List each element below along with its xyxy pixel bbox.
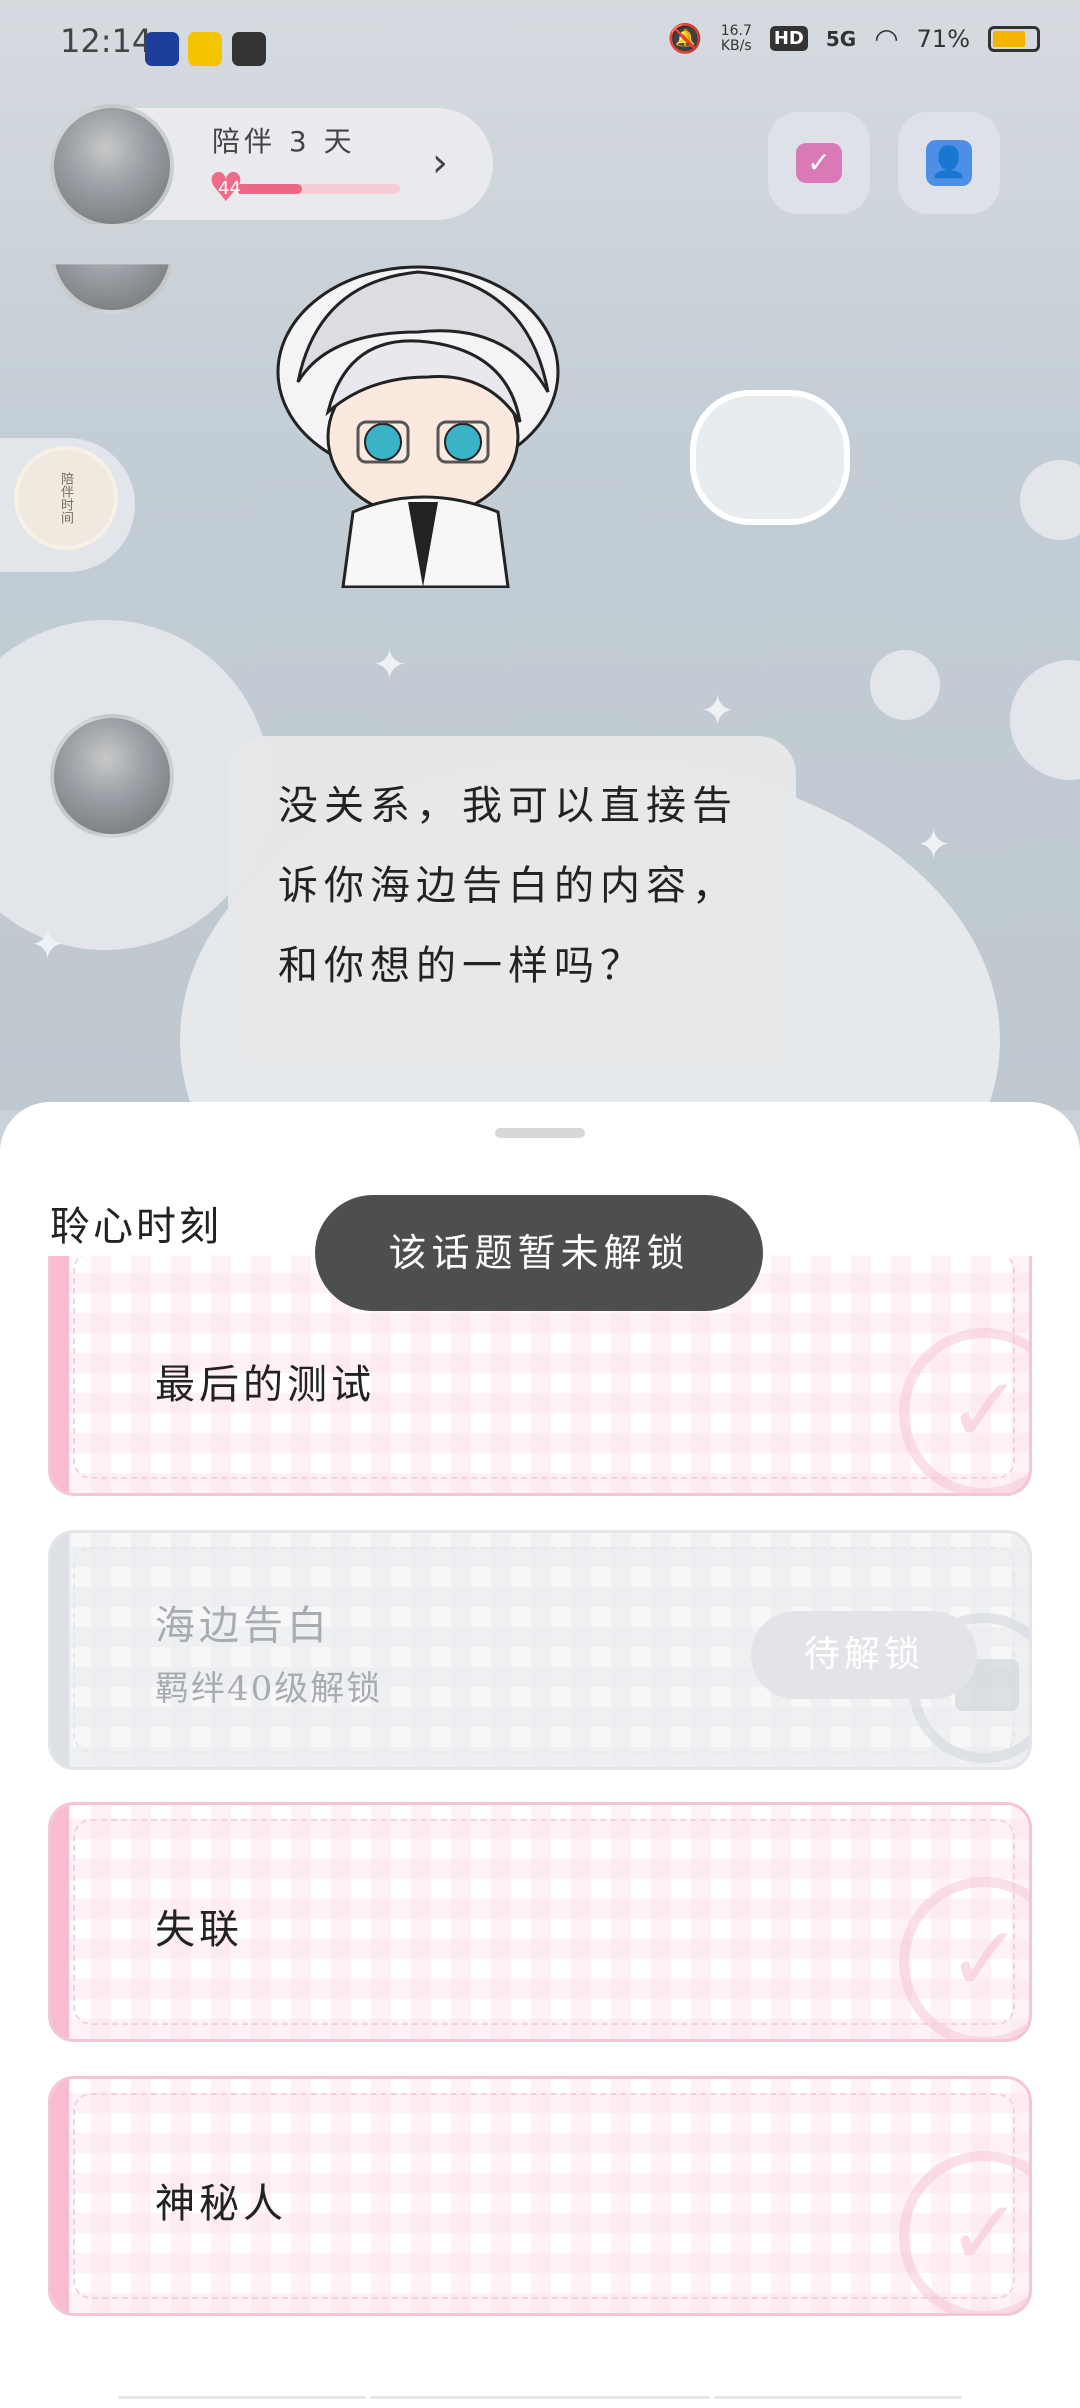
notification-app-icon xyxy=(232,32,266,66)
character-sticker-image xyxy=(276,265,560,588)
cat-sticker-decoration xyxy=(690,390,850,525)
affection-level: 44 xyxy=(218,178,241,199)
topic-card[interactable]: 神秘人 ✓ xyxy=(48,2076,1032,2316)
pending-unlock-button[interactable]: 待解锁 xyxy=(751,1611,977,1699)
floating-widget-icon[interactable]: 陪伴时间 xyxy=(14,446,118,550)
chevron-right-icon[interactable]: › xyxy=(432,140,448,186)
sparkle-icon: ✦ xyxy=(30,920,66,969)
chat-message-bubble: 没关系，我可以直接告诉你海边告白的内容，和你想的一样吗？ xyxy=(228,736,796,1070)
network-speed: 16.7 KB/s xyxy=(720,22,752,54)
checkbox-icon: ✓ xyxy=(796,143,842,183)
bottom-divider xyxy=(370,2396,710,2399)
topic-title: 最后的测试 xyxy=(155,1362,375,1408)
status-time: 12:14 xyxy=(60,22,153,60)
weibo-icon xyxy=(188,32,222,66)
bottom-divider xyxy=(714,2396,962,2399)
topic-title: 海边告白 xyxy=(155,1603,331,1649)
topic-card-locked[interactable]: 海边告白 羁绊40级解锁 待解锁 xyxy=(48,1530,1032,1770)
locked-topic-toast: 该话题暂未解锁 xyxy=(315,1195,763,1311)
profile-card-button[interactable]: 👤 xyxy=(898,112,1000,214)
companion-days-label: 陪伴 3 天 xyxy=(212,125,356,158)
affection-progress-bar xyxy=(236,184,400,194)
sparkle-icon: ✦ xyxy=(916,820,952,869)
topic-title: 神秘人 xyxy=(155,2181,287,2227)
notification-app-icon xyxy=(145,32,179,66)
sheet-drag-handle[interactable] xyxy=(495,1128,585,1138)
mute-bell-icon: 🔕 xyxy=(667,22,703,55)
topic-title: 失联 xyxy=(155,1907,243,1953)
task-checklist-button[interactable]: ✓ xyxy=(768,112,870,214)
bottom-divider xyxy=(118,2396,366,2399)
battery-percent: 71% xyxy=(916,24,970,53)
signal-5g: 5G xyxy=(825,26,857,51)
hd-icon: HD xyxy=(769,26,808,51)
character-avatar[interactable] xyxy=(50,104,174,228)
sparkle-icon: ✦ xyxy=(700,686,736,735)
battery-icon xyxy=(988,25,1040,52)
unlock-requirement: 羁绊40级解锁 xyxy=(155,1669,383,1709)
contact-card-icon: 👤 xyxy=(926,140,972,186)
status-bar: 12:14 🔕 16.7 KB/s HD 5G ◠ 71% xyxy=(0,0,1080,96)
sheet-title: 聆心时刻 xyxy=(50,1204,222,1250)
wifi-icon: ◠ xyxy=(874,22,899,55)
topic-card[interactable]: 失联 ✓ xyxy=(48,1802,1032,2042)
sparkle-icon: ✦ xyxy=(372,640,408,689)
message-avatar[interactable] xyxy=(50,714,174,838)
